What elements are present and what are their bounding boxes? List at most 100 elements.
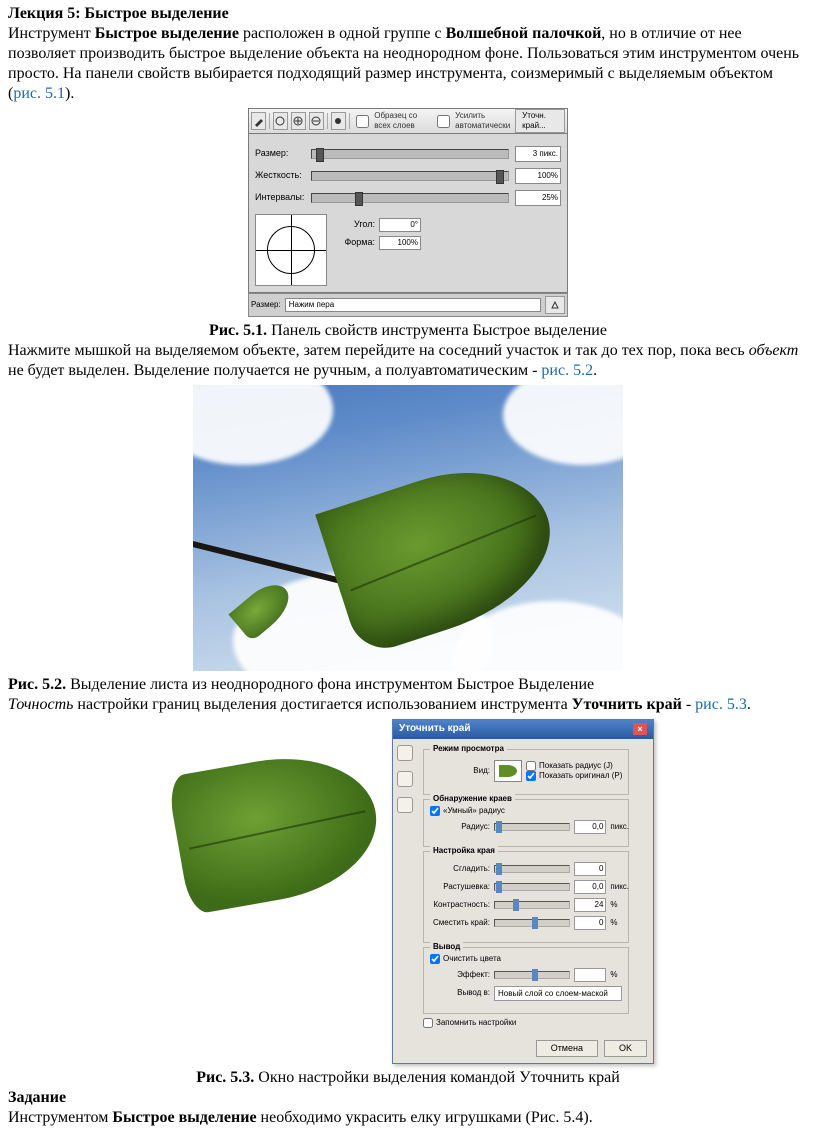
shift-label: Сместить край: bbox=[430, 918, 490, 928]
text: не будет выделен. Выделение получается н… bbox=[8, 362, 541, 379]
hardness-label: Жесткость: bbox=[255, 170, 305, 181]
view-thumbnail[interactable] bbox=[494, 760, 522, 782]
hand-icon[interactable] bbox=[397, 771, 413, 787]
caption-text: Панель свойств инструмента Быстрое выдел… bbox=[267, 322, 607, 339]
cancel-button[interactable]: Отмена bbox=[536, 1040, 598, 1057]
hardness-value[interactable]: 100% bbox=[515, 168, 561, 184]
radius-slider[interactable] bbox=[494, 823, 570, 831]
unit: % bbox=[610, 918, 622, 928]
zoom-icon[interactable] bbox=[397, 745, 413, 761]
checkbox-label: «Умный» радиус bbox=[443, 806, 505, 816]
output-dropdown[interactable]: Новый слой со слоем-маской bbox=[494, 986, 622, 1001]
size-label: Размер: bbox=[255, 148, 305, 159]
pressure-label: Размер: bbox=[251, 300, 281, 310]
sample-all-layers-checkbox[interactable]: Образец со всех слоев bbox=[352, 111, 430, 131]
text: ). bbox=[65, 85, 74, 102]
spacing-value[interactable]: 25% bbox=[515, 190, 561, 206]
contrast-slider[interactable] bbox=[494, 901, 570, 909]
bold-term: Волшебной палочкой bbox=[446, 25, 602, 42]
show-radius-checkbox[interactable]: Показать радиус (J) bbox=[526, 761, 622, 771]
lecture-heading: Лекция 5: Быстрое выделение bbox=[8, 5, 229, 22]
feather-value[interactable]: 0,0 bbox=[574, 880, 606, 894]
italic-term: объект bbox=[749, 342, 799, 359]
text: необходимо украсить елку игрушками (Рис.… bbox=[257, 1109, 593, 1126]
group-title: Обнаружение краев bbox=[430, 794, 515, 804]
caption-text: Выделение листа из неоднородного фона ин… bbox=[66, 676, 594, 693]
unit: пикс. bbox=[610, 822, 622, 832]
dialog-titlebar: Уточнить край × bbox=[393, 720, 653, 739]
feather-slider[interactable] bbox=[494, 883, 570, 891]
auto-enhance-checkbox[interactable]: Усилить автоматически bbox=[433, 111, 512, 131]
add-selection-icon[interactable] bbox=[291, 112, 306, 130]
ok-button[interactable]: OK bbox=[604, 1040, 647, 1057]
checkbox-label: Очистить цвета bbox=[443, 954, 501, 964]
dialog-title: Уточнить край bbox=[399, 723, 470, 736]
refine-edge-button[interactable]: Уточн. край... bbox=[515, 109, 565, 133]
unit: % bbox=[610, 900, 622, 910]
text: настройки границ выделения достигается и… bbox=[73, 696, 571, 713]
figure-5-2 bbox=[8, 385, 808, 671]
brush-angle-dial[interactable] bbox=[255, 214, 327, 286]
shift-value[interactable]: 0 bbox=[574, 916, 606, 930]
show-original-checkbox[interactable]: Показать оригинал (P) bbox=[526, 771, 622, 781]
checkbox-label: Образец со всех слоев bbox=[374, 111, 430, 131]
leaf-preview-image bbox=[162, 719, 392, 939]
brush-tool-icon[interactable] bbox=[251, 112, 266, 130]
angle-value[interactable]: 0° bbox=[379, 218, 421, 232]
angle-label: Угол: bbox=[339, 219, 375, 230]
panel-footer: Размер: Нажим пера bbox=[248, 293, 568, 317]
figure-5-1: Образец со всех слоев Усилить автоматиче… bbox=[8, 108, 808, 317]
spacing-slider[interactable] bbox=[311, 193, 509, 203]
text: Инструмент bbox=[8, 25, 95, 42]
contrast-label: Контрастность: bbox=[430, 900, 490, 910]
brush-preset-icon[interactable] bbox=[331, 112, 346, 130]
radius-label: Радиус: bbox=[430, 822, 490, 832]
radius-value[interactable]: 0,0 bbox=[574, 820, 606, 834]
subtract-selection-icon[interactable] bbox=[309, 112, 324, 130]
size-slider[interactable] bbox=[311, 149, 509, 159]
text: Инструментом bbox=[8, 1109, 112, 1126]
leaf-sky-image bbox=[193, 385, 623, 671]
spacing-label: Интервалы: bbox=[255, 192, 305, 203]
decontaminate-checkbox[interactable]: Очистить цвета bbox=[430, 954, 622, 964]
contrast-value[interactable]: 24 bbox=[574, 898, 606, 912]
caption-number: Рис. 5.2. bbox=[8, 676, 66, 693]
text: Нажмите мышкой на выделяемом объекте, за… bbox=[8, 342, 749, 359]
effect-value[interactable] bbox=[574, 968, 606, 982]
new-selection-icon[interactable] bbox=[273, 112, 288, 130]
paragraph-3: Точность настройки границ выделения дост… bbox=[8, 695, 808, 715]
view-mode-group: Режим просмотра Вид: Показать радиус (J)… bbox=[423, 749, 629, 795]
close-icon[interactable]: × bbox=[633, 723, 647, 735]
text: расположен в одной группе с bbox=[239, 25, 446, 42]
bold-term: Быстрое выделение bbox=[95, 25, 239, 42]
task-paragraph: Инструментом Быстрое выделение необходим… bbox=[8, 1108, 808, 1128]
smooth-value[interactable]: 0 bbox=[574, 862, 606, 876]
edge-adjust-group: Настройка края Сгладить:0 Растушевка:0,0… bbox=[423, 851, 629, 943]
roundness-value[interactable]: 100% bbox=[379, 236, 421, 250]
smart-radius-checkbox[interactable]: «Умный» радиус bbox=[430, 806, 622, 816]
pressure-dropdown[interactable]: Нажим пера bbox=[285, 298, 541, 312]
fig-ref-link[interactable]: рис. 5.2 bbox=[541, 362, 593, 379]
hardness-slider[interactable] bbox=[311, 171, 509, 181]
caption-5-3: Рис. 5.3. Окно настройки выделения коман… bbox=[8, 1068, 808, 1088]
output-label: Вывод в: bbox=[430, 988, 490, 998]
effect-slider[interactable] bbox=[494, 971, 570, 979]
shift-slider[interactable] bbox=[494, 919, 570, 927]
fig-ref-link[interactable]: рис. 5.3 bbox=[695, 696, 747, 713]
brush-icon[interactable] bbox=[397, 797, 413, 813]
bold-term: Быстрое выделение bbox=[112, 1109, 256, 1126]
brush-properties: Размер: 3 пикс. Жесткость: 100% Интервал… bbox=[248, 134, 568, 293]
paragraph-1: Инструмент Быстрое выделение расположен … bbox=[8, 24, 808, 104]
effect-label: Эффект: bbox=[430, 970, 490, 980]
remember-settings-checkbox[interactable]: Запомнить настройки bbox=[423, 1018, 629, 1028]
checkbox-label: Усилить автоматически bbox=[455, 111, 512, 131]
fig-ref-link[interactable]: рис. 5.1 bbox=[13, 85, 65, 102]
edge-detection-group: Обнаружение краев «Умный» радиус Радиус:… bbox=[423, 799, 629, 847]
toolbar: Образец со всех слоев Усилить автоматиче… bbox=[248, 108, 568, 134]
caption-number: Рис. 5.1. bbox=[209, 322, 267, 339]
figure-5-3: Уточнить край × Режим просмотра Вид: bbox=[8, 719, 808, 1064]
pen-pressure-icon[interactable] bbox=[545, 296, 565, 314]
smooth-slider[interactable] bbox=[494, 865, 570, 873]
size-value[interactable]: 3 пикс. bbox=[515, 146, 561, 162]
text: . bbox=[747, 696, 751, 713]
